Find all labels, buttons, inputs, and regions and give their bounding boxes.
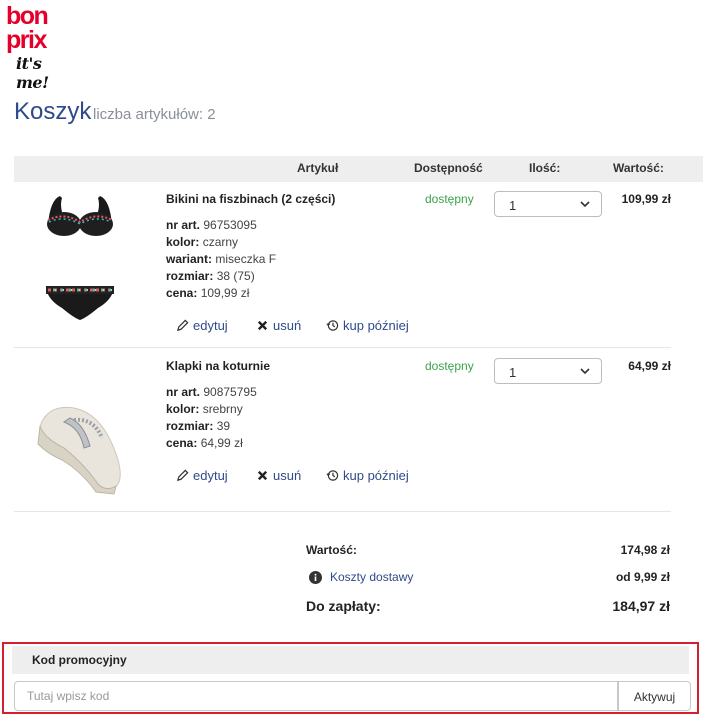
edit-label: edytuj bbox=[193, 318, 228, 333]
attr-price: cena: 109,99 zł bbox=[166, 285, 276, 302]
product-image-bikini[interactable] bbox=[40, 190, 120, 340]
info-icon[interactable] bbox=[309, 571, 322, 584]
promo-code-input[interactable]: Tutaj wpisz kod bbox=[14, 681, 618, 711]
quantity-select[interactable]: 1 bbox=[494, 191, 602, 217]
logo-tagline: it's me! bbox=[16, 54, 49, 92]
header-quantity: Ilość: bbox=[529, 161, 561, 175]
attr-size: rozmiar: 39 bbox=[166, 418, 257, 435]
chevron-down-icon bbox=[580, 368, 590, 375]
quantity-value: 1 bbox=[509, 365, 517, 380]
quantity-select[interactable]: 1 bbox=[494, 358, 602, 384]
edit-button[interactable]: edytuj bbox=[176, 318, 228, 333]
total-amount: 184,97 zł bbox=[612, 598, 670, 614]
quantity-value: 1 bbox=[509, 198, 517, 213]
attr-label: kolor: bbox=[166, 235, 200, 249]
header-availability: Dostępność bbox=[414, 161, 483, 175]
product-name[interactable]: Klapki na koturnie bbox=[166, 359, 270, 373]
history-icon bbox=[326, 320, 339, 331]
availability-status: dostępny bbox=[425, 359, 474, 373]
buy-later-label: kup później bbox=[343, 468, 409, 483]
item-price: 109,99 zł bbox=[621, 192, 671, 206]
attr-label: rozmiar: bbox=[166, 269, 214, 283]
attr-value: miseczka F bbox=[215, 252, 277, 266]
logo-line2: prix bbox=[6, 26, 47, 54]
attr-value: 39 bbox=[216, 419, 231, 433]
close-icon bbox=[257, 320, 268, 331]
pencil-icon bbox=[176, 319, 189, 332]
attr-value: 90875795 bbox=[203, 385, 257, 399]
row-divider bbox=[14, 511, 671, 512]
activate-button[interactable]: Aktywuj bbox=[618, 681, 691, 711]
attr-value: 38 (75) bbox=[216, 269, 255, 283]
buy-later-label: kup później bbox=[343, 318, 409, 333]
attr-color: kolor: srebrny bbox=[166, 401, 257, 418]
attr-article-number: nr art. 90875795 bbox=[166, 384, 257, 401]
summary-value: 174,98 zł bbox=[620, 543, 670, 557]
product-image-sandals[interactable] bbox=[34, 398, 128, 498]
attr-value: 109,99 zł bbox=[200, 286, 250, 300]
remove-label: usuń bbox=[273, 468, 302, 483]
attr-value: 64,99 zł bbox=[200, 436, 243, 450]
attr-value: 96753095 bbox=[203, 218, 257, 232]
attr-label: cena: bbox=[166, 286, 198, 300]
product-attributes: nr art. 96753095 kolor: czarny wariant: … bbox=[166, 217, 276, 302]
row-divider bbox=[14, 347, 671, 348]
item-price: 64,99 zł bbox=[628, 359, 671, 373]
attr-size: rozmiar: 38 (75) bbox=[166, 268, 276, 285]
attr-label: wariant: bbox=[166, 252, 213, 266]
edit-label: edytuj bbox=[193, 468, 228, 483]
attr-article-number: nr art. 96753095 bbox=[166, 217, 276, 234]
attr-value: czarny bbox=[202, 235, 239, 249]
attr-label: cena: bbox=[166, 436, 198, 450]
edit-button[interactable]: edytuj bbox=[176, 468, 228, 483]
shipping-costs-link[interactable]: Koszty dostawy bbox=[330, 570, 413, 584]
attr-value: srebrny bbox=[202, 402, 243, 416]
remove-label: usuń bbox=[273, 318, 302, 333]
product-attributes: nr art. 90875795 kolor: srebrny rozmiar:… bbox=[166, 384, 257, 452]
attr-label: rozmiar: bbox=[166, 419, 214, 433]
close-icon bbox=[257, 470, 268, 481]
attr-price: cena: 64,99 zł bbox=[166, 435, 257, 452]
cart-table-header: Artykuł Dostępność Ilość: Wartość: bbox=[14, 156, 703, 182]
cart-title: Koszyk bbox=[14, 98, 92, 125]
product-name[interactable]: Bikini na fiszbinach (2 części) bbox=[166, 192, 335, 206]
header-article: Artykuł bbox=[297, 161, 339, 175]
attr-color: kolor: czarny bbox=[166, 234, 276, 251]
availability-status: dostępny bbox=[425, 192, 474, 206]
remove-button[interactable]: usuń bbox=[256, 468, 301, 483]
shipping-cost: od 9,99 zł bbox=[615, 570, 670, 584]
pencil-icon bbox=[176, 469, 189, 482]
attr-variant: wariant: miseczka F bbox=[166, 251, 276, 268]
attr-label: nr art. bbox=[166, 218, 201, 232]
bikini-image bbox=[46, 196, 114, 320]
attr-label: nr art. bbox=[166, 385, 201, 399]
sandal-image bbox=[37, 406, 121, 495]
promo-title: Kod promocyjny bbox=[32, 653, 127, 667]
promo-header: Kod promocyjny bbox=[12, 646, 689, 674]
buy-later-button[interactable]: kup później bbox=[326, 468, 409, 483]
remove-button[interactable]: usuń bbox=[256, 318, 301, 333]
bonprix-logo[interactable]: bon prix it's me! bbox=[6, 4, 76, 93]
header-value: Wartość: bbox=[613, 161, 664, 175]
promo-code-section: Kod promocyjny Tutaj wpisz kod Aktywuj bbox=[2, 642, 699, 714]
summary-value-label: Wartość: bbox=[306, 543, 357, 557]
total-label: Do zapłaty: bbox=[306, 598, 381, 614]
buy-later-button[interactable]: kup później bbox=[326, 318, 409, 333]
chevron-down-icon bbox=[580, 201, 590, 208]
attr-label: kolor: bbox=[166, 402, 200, 416]
history-icon bbox=[326, 470, 339, 481]
cart-item-count: liczba artykułów: 2 bbox=[93, 106, 216, 123]
